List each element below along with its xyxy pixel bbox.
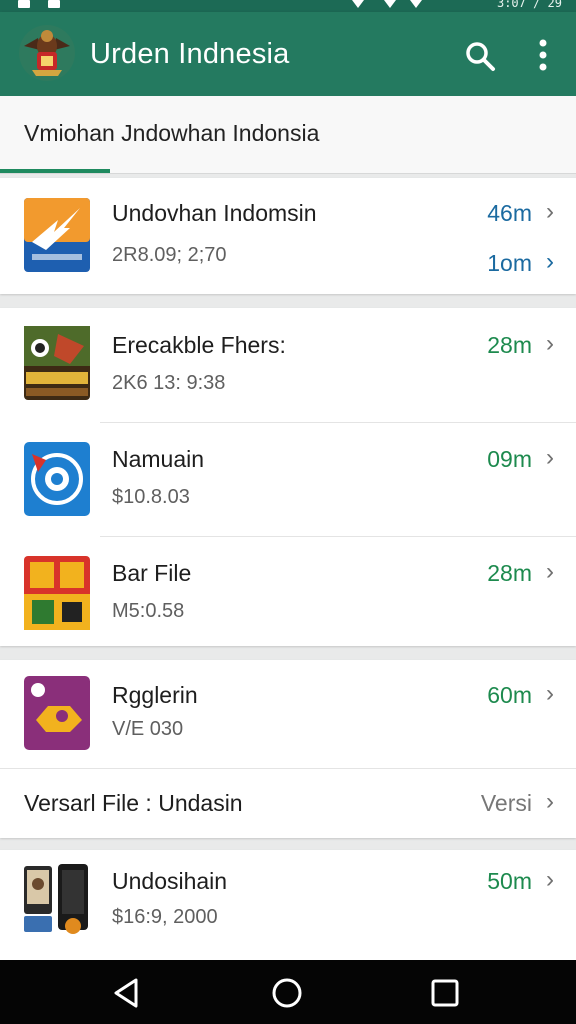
item-subtitle: $10.8.03 <box>112 486 190 508</box>
recents-icon[interactable] <box>428 976 462 1010</box>
item-meta: 60m <box>487 682 532 708</box>
item-meta: 50m <box>487 868 532 894</box>
wifi-icon <box>352 0 364 8</box>
list-item[interactable]: Bar File M5:0.58 28m › <box>0 536 576 646</box>
back-icon[interactable] <box>110 976 144 1010</box>
list-item[interactable]: Erecakble Fhers: 2K6 13: 9:38 28m › <box>0 308 576 422</box>
list-card: Undosihain $16:9, 2000 50m › <box>0 850 576 960</box>
item-title: Erecakble Fhers: <box>112 332 286 358</box>
search-icon[interactable] <box>462 38 498 74</box>
item-title: Undovhan Indomsin <box>112 200 317 226</box>
item-meta: 28m <box>487 560 532 586</box>
chevron-right-icon: › <box>546 444 554 471</box>
app-title: Urden Indnesia <box>90 38 290 70</box>
home-icon[interactable] <box>270 976 304 1010</box>
item-title: Undosihain <box>112 868 228 894</box>
more-vert-icon[interactable] <box>530 36 556 76</box>
item-meta: 46m <box>487 200 532 226</box>
notification-icon <box>48 0 60 8</box>
chevron-right-icon: › <box>546 248 554 275</box>
list-card: Undovhan Indomsin 2R8.09; 2;70 46m › 1om… <box>0 178 576 294</box>
status-bar: 3:07 / 29 <box>0 0 576 12</box>
list-card: Rgglerin V/E 030 60m › Versarl File : Un… <box>0 660 576 838</box>
list-item[interactable]: Namuain $10.8.03 09m › <box>0 422 576 536</box>
item-meta: 28m <box>487 332 532 358</box>
game-artwork-icon <box>24 326 90 400</box>
list-item[interactable]: Versarl File : Undasin Versi › <box>0 768 576 838</box>
item-subtitle: 2K6 13: 9:38 <box>112 372 226 394</box>
tab-indicator <box>0 169 110 173</box>
item-title: Bar File <box>112 560 192 586</box>
item-subtitle: 2R8.09; 2;70 <box>112 244 227 266</box>
item-title: Versarl File : Undasin <box>24 790 243 816</box>
chevron-right-icon: › <box>546 788 554 815</box>
item-meta-secondary: 1om <box>487 250 532 276</box>
status-time: 3:07 / 29 <box>496 0 562 10</box>
item-title: Rgglerin <box>112 682 198 708</box>
letter-tiles-icon <box>24 556 90 630</box>
system-nav-bar <box>0 960 576 1024</box>
chevron-right-icon: › <box>546 680 554 707</box>
tab-main[interactable]: Vmiohan Jndowhan Indonsia <box>24 120 319 147</box>
chevron-right-icon: › <box>546 558 554 585</box>
app-bar: Urden Indnesia <box>0 12 576 96</box>
lightning-arrow-icon <box>24 198 90 272</box>
item-subtitle: $16:9, 2000 <box>112 906 218 928</box>
signal-icon <box>384 0 396 8</box>
list-item[interactable]: Rgglerin V/E 030 60m › <box>0 660 576 768</box>
item-subtitle: M5:0.58 <box>112 600 185 622</box>
chevron-right-icon: › <box>546 866 554 893</box>
battery-icon <box>410 0 422 8</box>
chevron-right-icon: › <box>546 198 554 225</box>
notification-icon <box>18 0 30 8</box>
item-title: Namuain <box>112 446 205 472</box>
chevron-right-icon: › <box>546 330 554 357</box>
garuda-emblem-icon <box>19 25 75 81</box>
item-meta: 09m <box>487 446 532 472</box>
list-item[interactable]: Undosihain $16:9, 2000 50m › <box>0 850 576 960</box>
tab-bar: Vmiohan Jndowhan Indonsia <box>0 96 576 174</box>
purple-pin-icon <box>24 676 90 750</box>
list-card: Erecakble Fhers: 2K6 13: 9:38 28m › Namu… <box>0 308 576 646</box>
phones-icon <box>24 864 88 934</box>
item-meta: Versi <box>480 790 532 816</box>
circle-target-icon <box>24 442 90 516</box>
item-subtitle: V/E 030 <box>112 718 184 740</box>
list-item[interactable]: Undovhan Indomsin 2R8.09; 2;70 46m › 1om… <box>0 178 576 294</box>
